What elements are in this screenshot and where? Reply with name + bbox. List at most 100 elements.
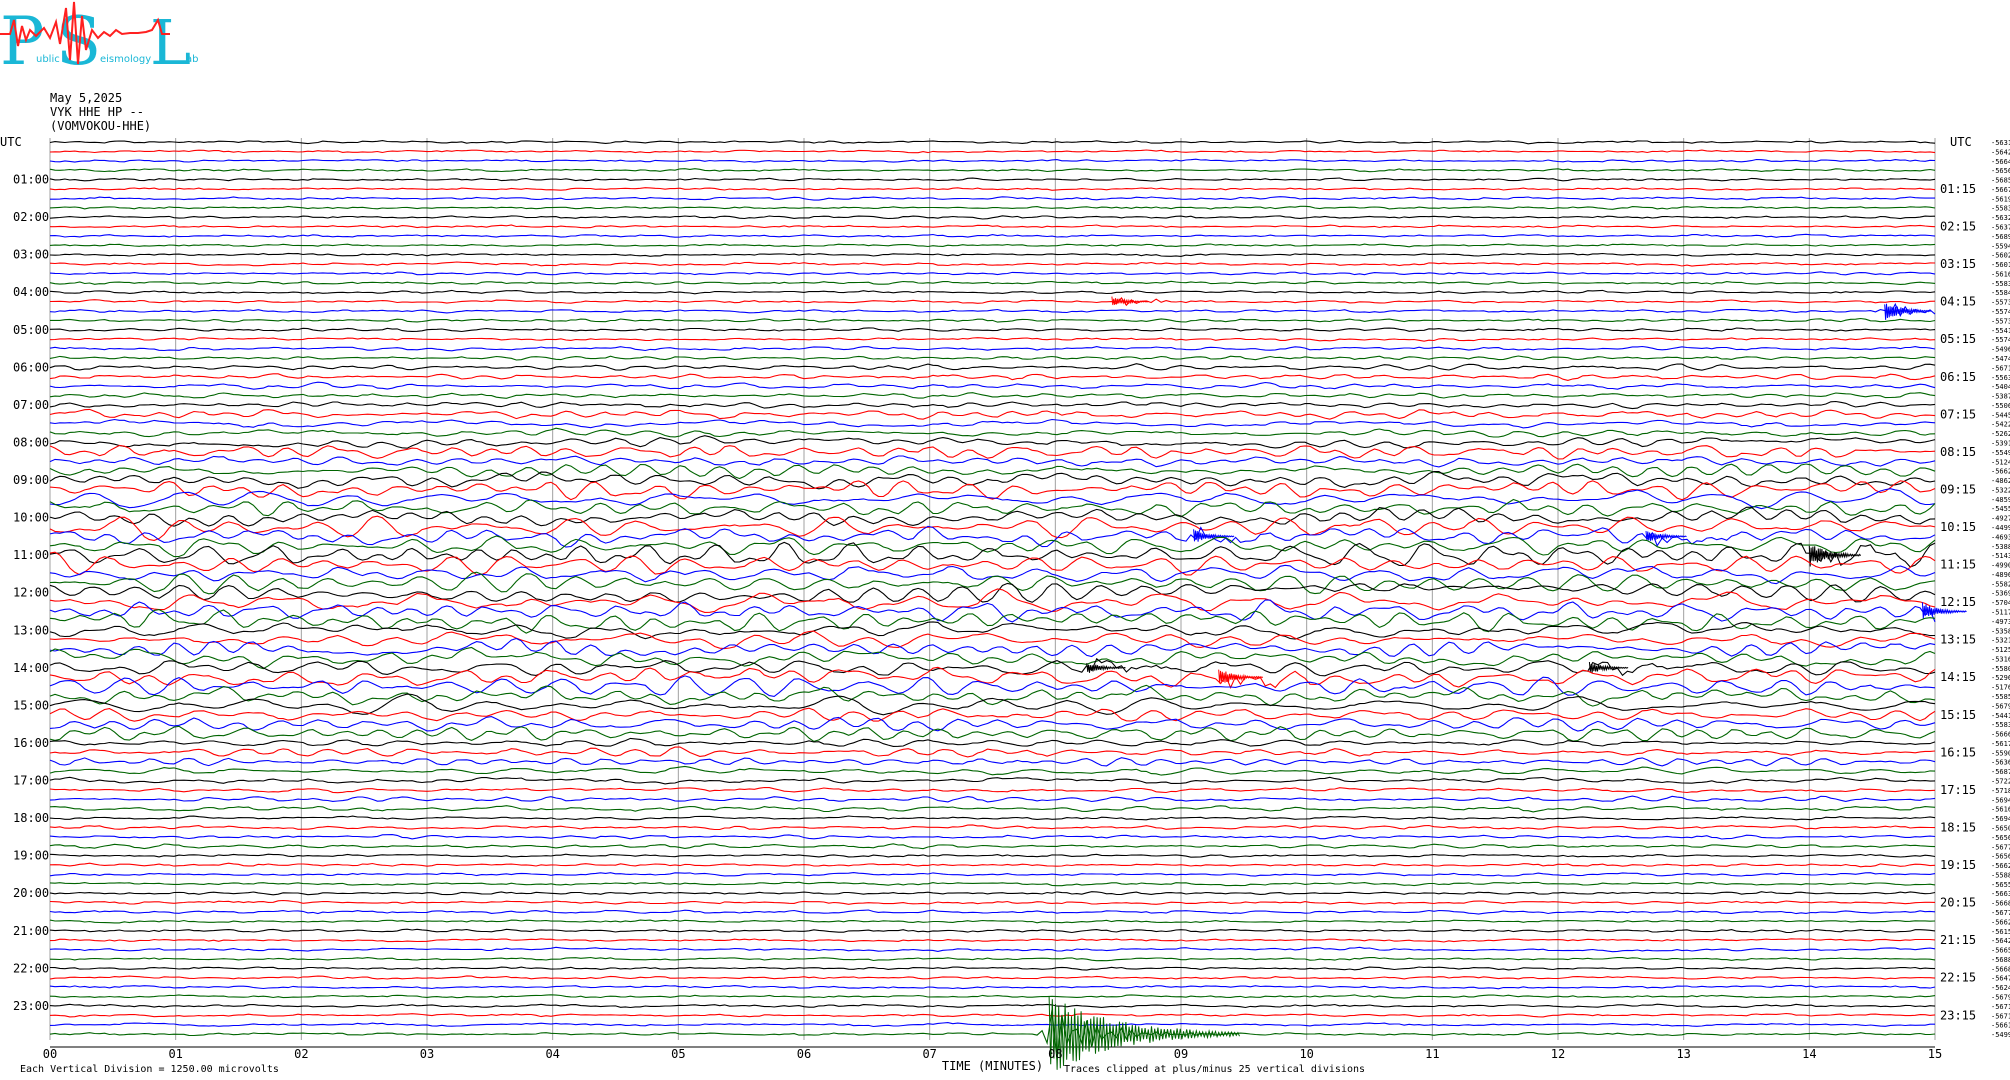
hour-label-right: 05:15 — [1940, 332, 1976, 346]
seismic-trace — [49, 716, 1936, 732]
trace-offset-label: -5687 — [1991, 768, 2010, 776]
seismic-trace — [49, 280, 1936, 285]
x-tick-label: 06 — [797, 1047, 811, 1061]
seismic-trace — [49, 551, 1936, 576]
trace-offset-label: -5664 — [1991, 158, 2010, 166]
seismic-trace — [49, 657, 1936, 677]
seismic-trace — [49, 786, 1936, 794]
trace-offset-label: -5668 — [1991, 900, 2010, 908]
clip-note: Traces clipped at plus/minus 25 vertical… — [1064, 1064, 1366, 1075]
trace-offset-label: -5689 — [1991, 233, 2010, 241]
trace-offset-label: -5574 — [1991, 336, 2010, 344]
trace-offset-label: -5573 — [1991, 317, 2010, 325]
hour-label-left: 20:00 — [13, 886, 49, 900]
seismic-trace — [49, 337, 1936, 342]
seismic-trace — [49, 243, 1936, 248]
trace-offset-label: -5671 — [1991, 1012, 2010, 1020]
trace-offset-label: -5662 — [1991, 862, 2010, 870]
trace-offset-label: -5574 — [1991, 308, 2010, 316]
x-tick-label: 13 — [1676, 1047, 1690, 1061]
seismic-trace — [49, 776, 1936, 785]
hour-label-right: 03:15 — [1940, 257, 1976, 271]
hour-label-left: 16:00 — [13, 736, 49, 750]
trace-offset-label: -5588 — [1991, 871, 2010, 879]
trace-offset-label: -5585 — [1991, 693, 2010, 701]
trace-offset-label: -5663 — [1991, 890, 2010, 898]
right-axis-title: UTC — [1950, 135, 1972, 149]
trace-offset-label: -5580 — [1991, 665, 2010, 673]
trace-offset-label: -5679 — [1991, 702, 2010, 710]
seismic-trace — [49, 956, 1936, 962]
trace-offset-label: -5650 — [1991, 824, 2010, 832]
trace-offset-label: -5685 — [1991, 177, 2010, 185]
hour-label-right: 23:15 — [1940, 1008, 1976, 1022]
seismic-trace — [49, 302, 1936, 317]
seismic-trace — [49, 824, 1936, 831]
seismic-trace — [49, 400, 1936, 410]
seismic-trace — [49, 327, 1936, 333]
hour-label-left: 09:00 — [13, 473, 49, 487]
helicorder-chart: 00 01 02 03 04 05 06 07 08 09 10 11 12 13 14 15 TIME (MI… — [0, 135, 2010, 1073]
seismic-trace — [49, 1009, 1936, 1060]
trace-offset-label: -5616 — [1991, 270, 2010, 278]
trace-offset-label: -5124 — [1991, 458, 2010, 466]
hour-label-right: 06:15 — [1940, 370, 1976, 384]
hour-label-left: 01:00 — [13, 173, 49, 187]
seismic-trace — [49, 725, 1936, 743]
trace-offset-label: -5583 — [1991, 205, 2010, 213]
trace-offset-label: -5671 — [1991, 1003, 2010, 1011]
left-axis-title: UTC — [0, 135, 22, 149]
x-tick-label: 15 — [1928, 1047, 1942, 1061]
trace-layer — [49, 140, 1967, 1070]
hour-label-right: 16:15 — [1940, 745, 1976, 759]
hour-label-right: 11:15 — [1940, 558, 1976, 572]
hour-label-right: 10:15 — [1940, 520, 1976, 534]
seismic-trace — [49, 975, 1936, 980]
seismic-trace — [49, 215, 1936, 220]
trace-offset-label: -5391 — [1991, 439, 2010, 447]
seismic-trace — [49, 187, 1936, 191]
trace-offset-label: -5125 — [1991, 646, 2010, 654]
seismic-trace — [50, 224, 1936, 229]
trace-offset-label: -5656 — [1991, 834, 2010, 842]
x-axis-title: TIME (MINUTES) — [942, 1059, 1043, 1073]
trace-offset-label: -5704 — [1991, 599, 2010, 607]
seismic-trace — [49, 853, 1936, 858]
hour-label-right: 19:15 — [1940, 858, 1976, 872]
hour-label-left: 22:00 — [13, 961, 49, 975]
seismic-trace — [49, 463, 1936, 480]
seismic-trace — [49, 1012, 1936, 1018]
trace-offset-label: -5117 — [1991, 609, 2010, 617]
hour-label-right: 22:15 — [1940, 971, 1976, 985]
trace-offset-label: -5321 — [1991, 637, 2010, 645]
seismic-trace — [49, 506, 1936, 527]
seismic-trace — [49, 168, 1936, 173]
trace-offset-label: -5666 — [1991, 731, 2010, 739]
trace-offset-label: -4896 — [1991, 571, 2010, 579]
x-tick-label: 12 — [1551, 1047, 1565, 1061]
trace-offset-label: -5615 — [1991, 928, 2010, 936]
seismic-trace — [49, 418, 1936, 429]
seismic-trace — [49, 427, 1936, 438]
trace-offset-label: -5176 — [1991, 684, 2010, 692]
seismic-trace — [49, 1022, 1935, 1028]
hour-label-left: 17:00 — [13, 774, 49, 788]
trace-offset-label: -5549 — [1991, 449, 2010, 457]
trace-offset-label: -5667 — [1991, 186, 2010, 194]
trace-offset-label: -5322 — [1991, 486, 2010, 494]
x-tick-label: 04 — [545, 1047, 559, 1061]
trace-offset-label: -5573 — [1991, 299, 2010, 307]
trace-offset-label: -5647 — [1991, 975, 2010, 983]
x-tick-label: 01 — [168, 1047, 182, 1061]
trace-offset-label: -4693 — [1991, 533, 2010, 541]
seismic-trace — [49, 919, 1936, 924]
seismic-trace — [49, 1003, 1936, 1009]
trace-offset-label: -5688 — [1991, 956, 2010, 964]
trace-offset-label: -5388 — [1991, 543, 2010, 551]
trace-offset-label: -5662 — [1991, 918, 2010, 926]
event-burst — [1884, 303, 1931, 320]
seismic-trace — [49, 271, 1936, 276]
trace-offset-label: -5619 — [1991, 195, 2010, 203]
trace-offset-label: -5661 — [1991, 1022, 2010, 1030]
trace-offset-label: -4862 — [1991, 477, 2010, 485]
